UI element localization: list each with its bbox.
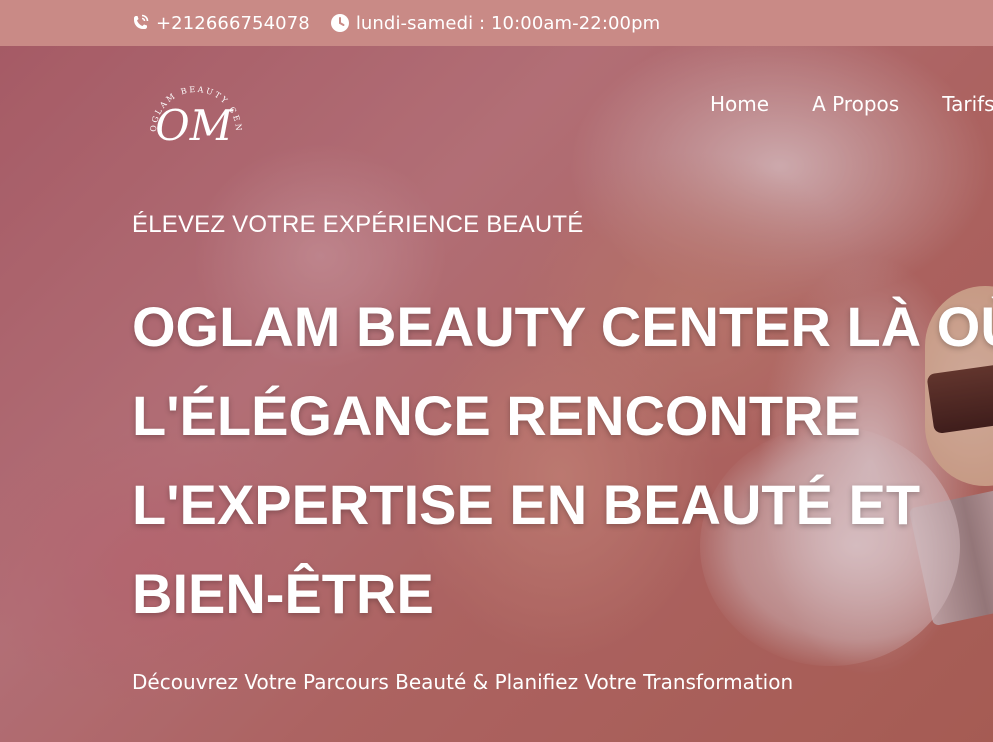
nav-home[interactable]: Home <box>710 92 769 116</box>
phone-icon <box>130 13 150 33</box>
hero-kicker: ÉLEVEZ VOTRE EXPÉRIENCE BEAUTÉ <box>132 211 584 238</box>
site-logo[interactable]: OGLAM BEAUTY CENTER OM <box>134 63 250 166</box>
phone-number[interactable]: +212666754078 <box>156 13 310 34</box>
main-nav: Home A Propos Tarifs <box>710 92 993 116</box>
nav-a-propos[interactable]: A Propos <box>812 92 899 116</box>
nav-tarifs[interactable]: Tarifs <box>942 92 993 116</box>
clock-icon <box>330 13 350 33</box>
hero-subtitle: Découvrez Votre Parcours Beauté & Planif… <box>132 670 794 694</box>
hero-headline: OGLAM BEAUTY CENTER LÀ OÙ L'ÉLÉGANCE REN… <box>132 282 993 638</box>
phone-contact[interactable]: +212666754078 <box>130 13 310 34</box>
hero-headline-line-4: BIEN-ÊTRE <box>132 562 434 625</box>
hero-headline-line-2: L'ÉLÉGANCE RENCONTRE <box>132 384 861 447</box>
hero-headline-line-3: L'EXPERTISE EN BEAUTÉ ET <box>132 473 921 536</box>
hours-text: lundi-samedi : 10:00am-22:00pm <box>355 12 661 34</box>
top-bar: +212666754078 lundi-samedi : 10:00am-22:… <box>0 0 993 46</box>
logo-monogram: OM <box>155 101 233 150</box>
hero-headline-line-1: OGLAM BEAUTY CENTER LÀ OÙ <box>132 295 993 358</box>
opening-hours: lundi-samedi : 10:00am-22:00pm <box>330 13 660 34</box>
